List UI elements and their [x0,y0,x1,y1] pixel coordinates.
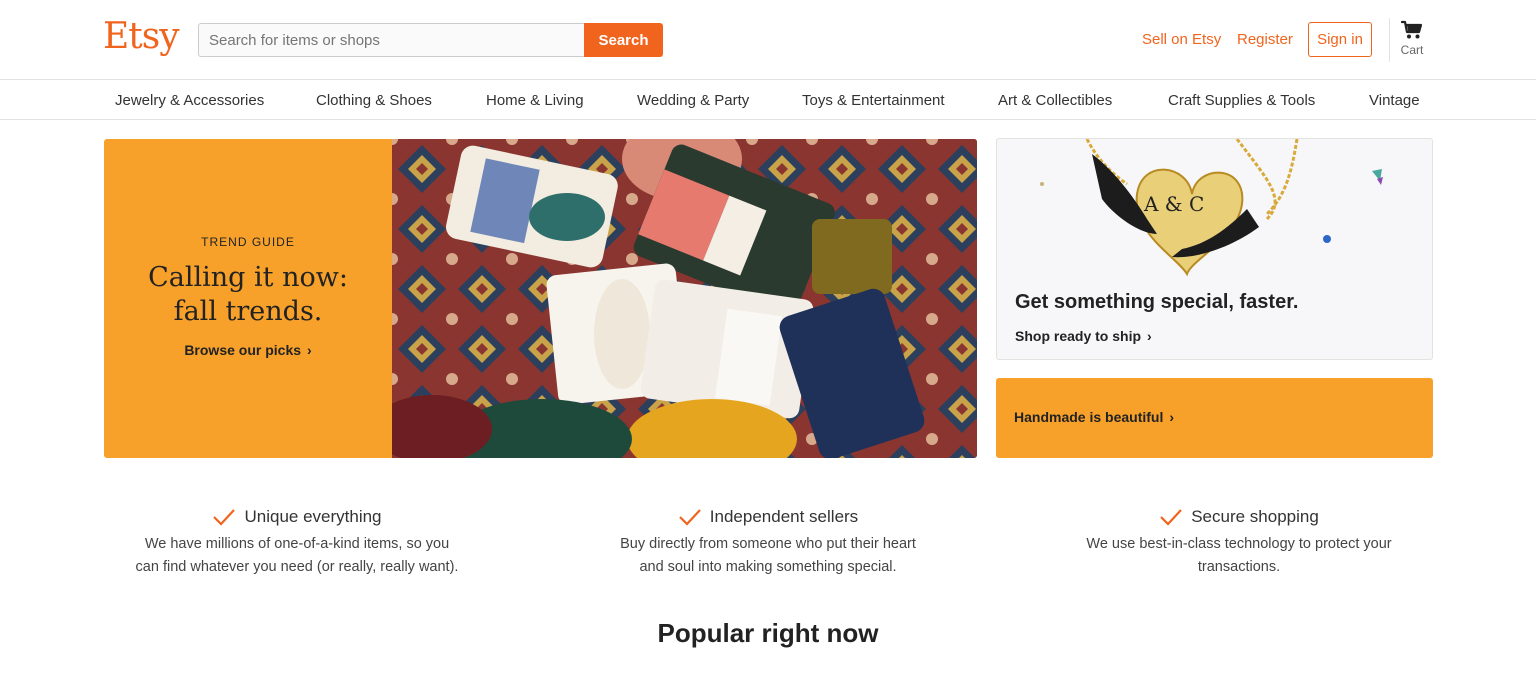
category-clothing[interactable]: Clothing & Shoes [316,92,432,109]
value-desc-line: transactions. [1197,559,1281,575]
site-header: Etsy Search Sell on Etsy Register Sign i… [0,0,1536,80]
cart-icon [1401,20,1423,39]
category-wedding[interactable]: Wedding & Party [637,92,749,109]
value-desc-line: We use best-in-class technology to prote… [1086,536,1392,552]
category-craft[interactable]: Craft Supplies & Tools [1168,92,1315,109]
search-input[interactable] [198,23,584,57]
sign-in-button[interactable]: Sign in [1308,22,1372,57]
chevron-right-icon: › [307,342,312,358]
value-title: Secure shopping [1191,507,1319,526]
header-divider [1389,18,1390,62]
ready-to-ship-cta-label: Shop ready to ship [1015,328,1142,344]
handmade-promo[interactable]: Handmade is beautiful › [996,378,1433,458]
hero-eyebrow: TREND GUIDE [201,235,295,249]
category-home[interactable]: Home & Living [486,92,584,109]
handmade-is-beautiful-link[interactable]: Handmade is beautiful › [1014,409,1174,425]
etsy-logo[interactable]: Etsy [103,16,180,57]
category-jewelry[interactable]: Jewelry & Accessories [115,92,264,109]
cart-button[interactable]: Cart [1394,20,1430,57]
category-vintage[interactable]: Vintage [1369,92,1420,109]
necklace-initials: A & C [1143,192,1204,216]
checkmark-icon [1160,509,1183,526]
value-desc-line: can find whatever you need (or really, r… [135,559,459,575]
trend-guide-banner[interactable]: TREND GUIDE Calling it now: fall trends.… [104,139,977,458]
ready-to-ship-title: Get something special, faster. [1015,291,1299,313]
necklace-image: A & C [1040,139,1383,277]
value-desc-line: Buy directly from someone who put their … [620,536,916,552]
value-title: Unique everything [244,507,382,526]
category-nav: Jewelry & Accessories Clothing & Shoes H… [0,81,1536,120]
popular-heading: Popular right now [657,618,879,648]
value-desc-line: We have millions of one-of-a-kind items,… [144,536,450,552]
ready-to-ship-promo[interactable]: A & C Get something special, faster. Sho… [996,138,1433,360]
value-unique-everything: Unique everything We have millions of on… [97,505,497,579]
value-independent-sellers: Independent sellers Buy directly from so… [568,505,968,579]
value-secure-shopping: Secure shopping We use best-in-class tec… [1039,505,1439,579]
checkmark-icon [213,509,236,526]
register-link[interactable]: Register [1237,31,1293,48]
pillows-on-rug-image [392,139,977,458]
hero-text-panel: TREND GUIDE Calling it now: fall trends.… [104,139,392,458]
hero-title: Calling it now: fall trends. [148,262,348,327]
browse-picks-link[interactable]: Browse our picks › [104,342,392,358]
cart-label: Cart [1400,43,1424,57]
value-title: Independent sellers [709,507,859,526]
category-toys[interactable]: Toys & Entertainment [802,92,945,109]
handmade-cta-label: Handmade is beautiful [1014,409,1164,425]
sell-on-etsy-link[interactable]: Sell on Etsy [1142,31,1221,48]
hero-cta-label: Browse our picks [184,342,302,358]
category-art[interactable]: Art & Collectibles [998,92,1112,109]
search-button[interactable]: Search [584,23,663,57]
checkmark-icon [679,509,701,526]
chevron-right-icon: › [1147,328,1152,344]
search-bar: Search [198,23,663,57]
chevron-right-icon: › [1169,409,1175,425]
shop-ready-to-ship-link[interactable]: Shop ready to ship › [1015,328,1152,344]
value-desc-line: and soul into making something special. [639,559,897,575]
